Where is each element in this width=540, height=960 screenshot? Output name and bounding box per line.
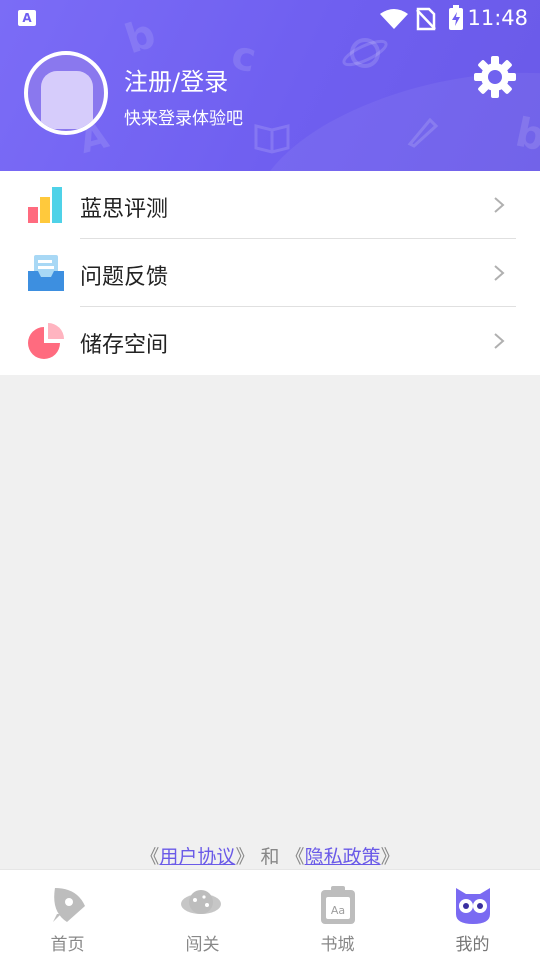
bracket-close: 》 bbox=[235, 846, 255, 868]
menu-item-label: 储存空间 bbox=[80, 333, 169, 358]
avatar-placeholder-icon bbox=[41, 71, 93, 129]
planet-icon bbox=[181, 890, 221, 914]
bottom-tab-bar: 首页 闯关 Aa 书城 我的 bbox=[0, 869, 540, 960]
tab-home[interactable]: 首页 bbox=[0, 870, 135, 960]
bracket-open: 《 bbox=[140, 846, 160, 868]
decoration-letter-c: c bbox=[227, 32, 261, 82]
notification-app-icon: A bbox=[18, 10, 36, 26]
status-bar: A 11:48 bbox=[0, 0, 540, 36]
profile-header: b c A b A 11:48 注册/登录 快来登录体验吧 bbox=[0, 0, 540, 171]
agreement-links: 《用户协议》 和 《隐私政策》 bbox=[0, 842, 540, 869]
tab-label: 我的 bbox=[455, 935, 490, 955]
tab-mine[interactable]: 我的 bbox=[405, 870, 540, 960]
menu-item-storage[interactable]: 储存空间 bbox=[0, 307, 540, 375]
bracket-close: 》 bbox=[380, 846, 400, 868]
privacy-policy-link[interactable]: 隐私政策 bbox=[305, 846, 381, 868]
tab-challenge[interactable]: 闯关 bbox=[135, 870, 270, 960]
user-agreement-link[interactable]: 用户协议 bbox=[159, 846, 235, 868]
battery-charging-icon bbox=[449, 5, 463, 30]
pie-chart-icon bbox=[28, 323, 64, 359]
tab-label: 书城 bbox=[320, 935, 355, 955]
login-title[interactable]: 注册/登录 bbox=[124, 62, 228, 97]
chevron-right-icon bbox=[494, 265, 505, 281]
menu-item-label: 问题反馈 bbox=[80, 265, 169, 290]
menu-item-label: 蓝思评测 bbox=[80, 197, 169, 222]
bar-chart-icon bbox=[28, 187, 62, 223]
bracket-open: 《 bbox=[285, 846, 305, 868]
svg-text:Aa: Aa bbox=[331, 904, 345, 917]
status-time: 11:48 bbox=[467, 6, 528, 30]
login-subtitle: 快来登录体验吧 bbox=[124, 109, 243, 129]
gear-icon[interactable] bbox=[472, 54, 518, 100]
chevron-right-icon bbox=[494, 197, 505, 213]
tab-label: 首页 bbox=[50, 935, 85, 955]
no-sim-icon bbox=[416, 7, 436, 31]
menu-item-lexile-test[interactable]: 蓝思评测 bbox=[0, 171, 540, 239]
decoration-rocket-icon bbox=[407, 117, 439, 148]
decoration-book-icon bbox=[254, 124, 290, 154]
rocket-icon bbox=[53, 888, 85, 922]
book-icon: Aa bbox=[321, 886, 355, 924]
chevron-right-icon bbox=[494, 333, 505, 349]
avatar[interactable] bbox=[24, 51, 108, 135]
settings-menu: 蓝思评测 问题反馈 储存空间 bbox=[0, 171, 540, 375]
menu-item-feedback[interactable]: 问题反馈 bbox=[0, 239, 540, 307]
feedback-inbox-icon bbox=[28, 255, 64, 291]
agreement-and: 和 bbox=[254, 846, 286, 868]
owl-icon bbox=[456, 888, 490, 924]
tab-bookstore[interactable]: Aa 书城 bbox=[270, 870, 405, 960]
tab-label: 闯关 bbox=[185, 935, 220, 955]
wifi-icon bbox=[380, 9, 408, 29]
